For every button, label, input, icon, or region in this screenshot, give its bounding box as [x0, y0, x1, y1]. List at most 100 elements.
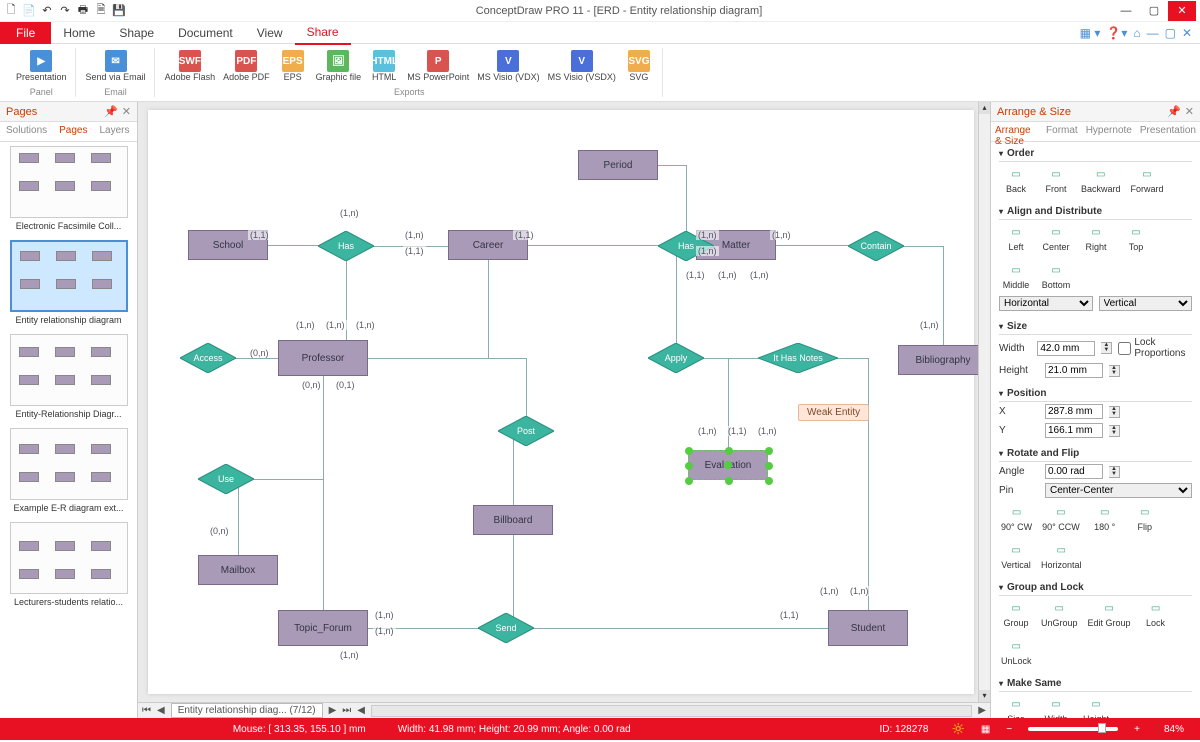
align-center[interactable]: ▭Center: [1041, 224, 1071, 252]
page-thumbnail[interactable]: Electronic Facsimile Coll...: [4, 146, 133, 234]
width-input[interactable]: [1037, 341, 1095, 356]
align-bottom[interactable]: ▭Bottom: [1041, 262, 1071, 290]
relation-contain[interactable]: Contain: [848, 231, 904, 261]
order-forward[interactable]: ▭Forward: [1131, 166, 1164, 194]
tab-format[interactable]: Format: [1042, 122, 1082, 141]
align-left[interactable]: ▭Left: [1001, 224, 1031, 252]
tab-layers[interactable]: Layers: [94, 122, 136, 141]
align-middle[interactable]: ▭Middle: [1001, 262, 1031, 290]
adobe-pdf-button[interactable]: PDFAdobe PDF: [221, 48, 272, 85]
help-icon[interactable]: ❓▾: [1106, 26, 1127, 40]
angle-input[interactable]: [1045, 464, 1103, 479]
group-edit-group[interactable]: ▭Edit Group: [1088, 600, 1131, 628]
tab-solutions[interactable]: Solutions: [0, 122, 53, 141]
page-thumbnail[interactable]: Entity-Relationship Diagr...: [4, 334, 133, 422]
qat-icon[interactable]: 🖶: [76, 4, 90, 18]
sheet-last-icon[interactable]: ⏭: [342, 705, 351, 716]
pin-icon[interactable]: 📌: [104, 105, 118, 118]
adobe-flash-button[interactable]: SWFAdobe Flash: [163, 48, 218, 85]
tab-share[interactable]: Share: [295, 21, 351, 45]
qat-icon[interactable]: 💾: [112, 4, 126, 18]
entity-mailbox[interactable]: Mailbox: [198, 555, 278, 585]
maximize-button[interactable]: ▢: [1140, 1, 1168, 21]
status-icon[interactable]: 🔆: [952, 724, 964, 735]
tab-document[interactable]: Document: [166, 22, 245, 44]
zoom-in-icon[interactable]: +: [1134, 724, 1140, 735]
sheet-next-icon[interactable]: ▶: [329, 705, 337, 716]
rotate-90-ccw[interactable]: ▭90° CCW: [1042, 504, 1080, 532]
order-header[interactable]: Order: [999, 146, 1192, 162]
group-lock[interactable]: ▭Lock: [1141, 600, 1171, 628]
relation-send[interactable]: Send: [478, 613, 534, 643]
entity-professor[interactable]: Professor: [278, 340, 368, 376]
status-icon[interactable]: ▦: [981, 724, 990, 735]
qat-icon[interactable]: ↷: [58, 4, 72, 18]
align-header[interactable]: Align and Distribute: [999, 204, 1192, 220]
relation-apply[interactable]: Apply: [648, 343, 704, 373]
zoom-slider[interactable]: [1028, 727, 1118, 731]
window-icon[interactable]: ▢: [1165, 26, 1176, 40]
page-thumbnail[interactable]: Entity relationship diagram: [4, 240, 133, 328]
pin-icon[interactable]: 📌: [1167, 105, 1181, 118]
align-right[interactable]: ▭Right: [1081, 224, 1111, 252]
svg-button[interactable]: SVGSVG: [622, 48, 656, 85]
page-thumbnail[interactable]: Lecturers-students relatio...: [4, 522, 133, 610]
order-back[interactable]: ▭Back: [1001, 166, 1031, 194]
rotate-180-[interactable]: ▭180 °: [1090, 504, 1120, 532]
pin-select[interactable]: Center-Center: [1045, 483, 1192, 498]
entity-period[interactable]: Period: [578, 150, 658, 180]
relation-post[interactable]: Post: [498, 416, 554, 446]
entity-billboard[interactable]: Billboard: [473, 505, 553, 535]
x-input[interactable]: [1045, 404, 1103, 419]
vertical-scrollbar[interactable]: ▴ ▾: [978, 102, 990, 702]
same-height[interactable]: ▭Height: [1081, 696, 1111, 718]
same-header[interactable]: Make Same: [999, 676, 1192, 692]
entity-student[interactable]: Student: [828, 610, 908, 646]
diagram-canvas[interactable]: SchoolPeriodCareerMatterBibliographyProf…: [148, 110, 974, 694]
same-size[interactable]: ▭Size: [1001, 696, 1031, 718]
ms-visio-vsdx-button[interactable]: VMS Visio (VSDX): [546, 48, 618, 85]
tab-view[interactable]: View: [245, 22, 295, 44]
tab-presentation[interactable]: Presentation: [1136, 122, 1200, 141]
relation-use[interactable]: Use: [198, 464, 254, 494]
horizontal-scrollbar[interactable]: [371, 705, 972, 717]
ms-visio-vdx-button[interactable]: VMS Visio (VDX): [475, 48, 541, 85]
qat-icon[interactable]: 🗎: [94, 4, 108, 18]
y-input[interactable]: [1045, 423, 1103, 438]
qat-icon[interactable]: 📄: [22, 4, 36, 18]
close-icon[interactable]: ✕: [122, 105, 131, 118]
relation-ithasnotes[interactable]: It Has Notes: [758, 343, 838, 373]
minimize-button[interactable]: —: [1112, 1, 1140, 21]
scroll-up-icon[interactable]: ▴: [979, 102, 990, 114]
ms-powerpoint-button[interactable]: PMS PowerPoint: [405, 48, 471, 85]
align-top[interactable]: ▭Top: [1121, 224, 1151, 252]
close-button[interactable]: ✕: [1168, 1, 1196, 21]
order-front[interactable]: ▭Front: [1041, 166, 1071, 194]
scroll-down-icon[interactable]: ▾: [979, 690, 990, 702]
relation-has1[interactable]: Has: [318, 231, 374, 261]
order-backward[interactable]: ▭Backward: [1081, 166, 1121, 194]
lock-proportions-checkbox[interactable]: [1118, 342, 1131, 355]
group-header[interactable]: Group and Lock: [999, 580, 1192, 596]
distribute-horizontal[interactable]: Horizontal: [999, 296, 1093, 311]
entity-topic_forum[interactable]: Topic_Forum: [278, 610, 368, 646]
group-group[interactable]: ▭Group: [1001, 600, 1031, 628]
page-thumbnail[interactable]: Example E-R diagram ext...: [4, 428, 133, 516]
rotate-horizontal[interactable]: ▭Horizontal: [1041, 542, 1082, 570]
tab-arrange-size[interactable]: Arrange & Size: [991, 122, 1042, 141]
rotate-header[interactable]: Rotate and Flip: [999, 446, 1192, 462]
relation-access[interactable]: Access: [180, 343, 236, 373]
close-icon[interactable]: ✕: [1185, 105, 1194, 118]
qat-icon[interactable]: 🗋: [4, 4, 18, 18]
tab-pages[interactable]: Pages: [53, 122, 93, 141]
html-button[interactable]: HTMLHTML: [367, 48, 401, 85]
tab-home[interactable]: Home: [51, 22, 107, 44]
sheet-first-icon[interactable]: ⏮: [142, 705, 151, 716]
scroll-left-icon[interactable]: ◀: [357, 705, 365, 716]
group-unlock[interactable]: ▭UnLock: [1001, 638, 1032, 666]
presentation-button[interactable]: ▶Presentation: [14, 48, 69, 85]
rotate-flip[interactable]: ▭Flip: [1130, 504, 1160, 532]
same-width[interactable]: ▭Width: [1041, 696, 1071, 718]
sheet-prev-icon[interactable]: ◀: [157, 705, 165, 716]
window-icon[interactable]: ✕: [1182, 26, 1192, 40]
